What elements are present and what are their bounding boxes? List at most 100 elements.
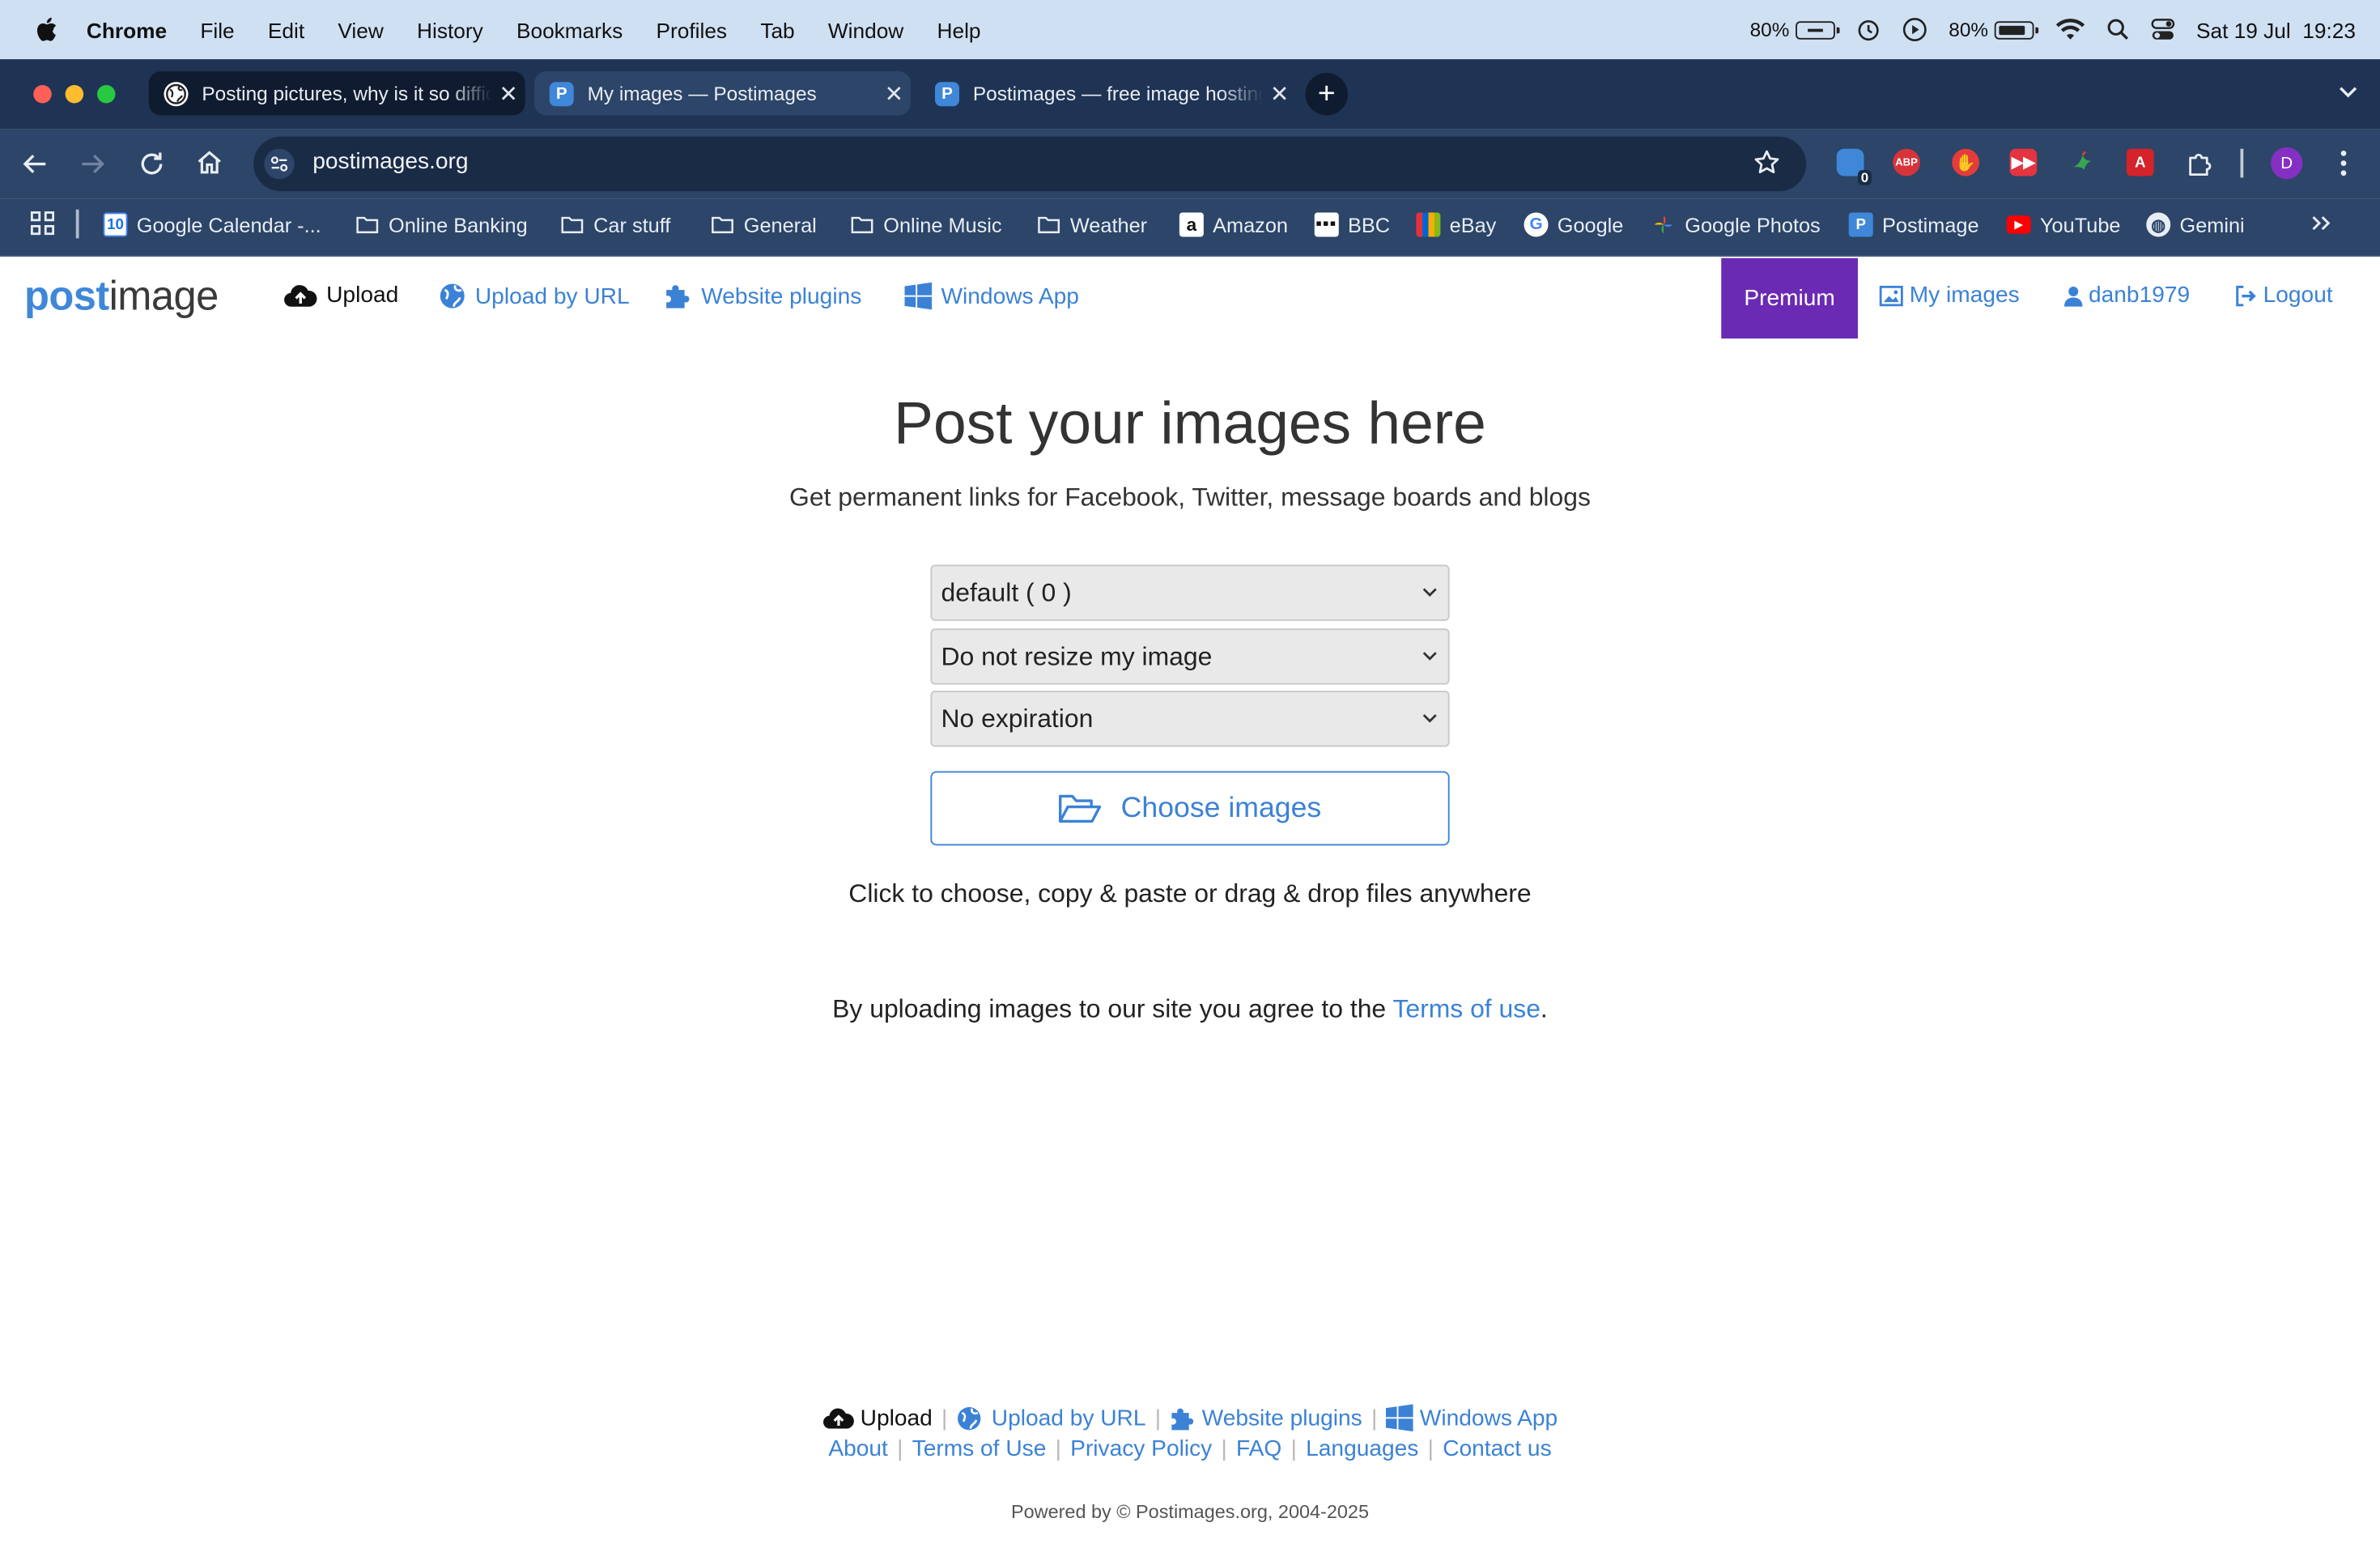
tab-posting-pictures[interactable]: Posting pictures, why is it so difficult… <box>148 71 525 116</box>
page-title: Post your images here <box>894 391 1486 457</box>
menu-app-chrome[interactable]: Chrome <box>87 18 167 42</box>
reload-icon[interactable] <box>138 151 166 178</box>
chevron-down-icon <box>1422 714 1437 723</box>
bookmark-google[interactable]: G Google <box>1524 210 1623 240</box>
footer-nav-secondary: About | Terms of Use | Privacy Policy | … <box>0 1436 2380 1462</box>
menu-bookmarks[interactable]: Bookmarks <box>516 18 623 42</box>
premium-button[interactable]: Premium <box>1721 257 1858 339</box>
expiration-select[interactable]: No expiration <box>930 691 1450 747</box>
new-tab-button[interactable]: + <box>1305 73 1348 116</box>
bookmark-ebay[interactable]: eBay <box>1416 210 1496 240</box>
resize-select[interactable]: Do not resize my image <box>930 628 1450 685</box>
back-icon[interactable] <box>21 151 49 178</box>
wifi-icon[interactable] <box>2055 19 2086 41</box>
apple-icon[interactable] <box>33 17 59 43</box>
menu-help[interactable]: Help <box>937 18 981 42</box>
more-bookmarks-chevron-icon[interactable] <box>2309 214 2333 232</box>
nav-logout[interactable]: Logout <box>2234 283 2333 308</box>
choose-images-button[interactable]: Choose images <box>930 771 1450 846</box>
bookmark-weather[interactable]: Weather <box>1037 210 1147 240</box>
gallery-select[interactable]: default ( 0 ) <box>930 564 1450 621</box>
footer-upload-by-url-link[interactable]: Upload by URL <box>957 1405 1145 1431</box>
adblock-hand-icon[interactable]: ✋ <box>1952 148 1979 176</box>
bookmark-online-banking[interactable]: Online Banking <box>355 210 528 240</box>
footer-privacy-link[interactable]: Privacy Policy <box>1070 1436 1212 1462</box>
footer-separator: | <box>1427 1435 1434 1462</box>
bookmark-online-music[interactable]: Online Music <box>850 210 1002 240</box>
chrome-menu-icon[interactable] <box>2335 149 2353 178</box>
tab-my-images[interactable]: P My images — Postimages ✕ <box>534 71 911 116</box>
terms-notice: By uploading images to our site you agre… <box>0 994 2380 1025</box>
pdf-extension-icon[interactable]: A <box>2126 148 2154 176</box>
nav-upload[interactable]: Upload <box>284 283 398 308</box>
folder-open-icon <box>1059 792 1103 825</box>
nav-windows-app[interactable]: Windows App <box>904 282 1079 310</box>
globe-icon <box>957 1405 983 1431</box>
bookmark-amazon[interactable]: a Amazon <box>1179 210 1288 240</box>
menu-history[interactable]: History <box>417 18 483 42</box>
footer-contact-link[interactable]: Contact us <box>1443 1436 1551 1462</box>
adblock-plus-icon[interactable]: ABP <box>1893 148 1920 176</box>
media-extension-icon[interactable]: ▶▶ <box>2009 148 2038 176</box>
footer-terms-link[interactable]: Terms of Use <box>912 1436 1047 1462</box>
menu-view[interactable]: View <box>338 18 383 42</box>
extensions-puzzle-icon[interactable] <box>2186 149 2215 178</box>
bookmark-general[interactable]: General <box>711 210 817 240</box>
bookmark-postimage[interactable]: P Postimage <box>1848 210 1979 240</box>
footer-faq-link[interactable]: FAQ <box>1236 1436 1281 1462</box>
clock[interactable]: Sat 19 Jul 19:23 <box>2196 18 2356 42</box>
bird-extension-icon[interactable] <box>2069 149 2097 176</box>
control-center-icon[interactable] <box>2151 19 2175 41</box>
menu-file[interactable]: File <box>200 18 234 42</box>
nav-my-images[interactable]: My images <box>1879 283 2020 308</box>
footer-languages-link[interactable]: Languages <box>1306 1436 1418 1462</box>
menu-tab[interactable]: Tab <box>760 18 794 42</box>
tab-search-chevron-icon[interactable] <box>2338 85 2359 100</box>
bookmark-star-icon[interactable] <box>1753 149 1781 176</box>
close-window-button[interactable] <box>33 85 52 104</box>
footer-windows-app-link[interactable]: Windows App <box>1386 1404 1558 1432</box>
zoom-window-button[interactable] <box>97 85 116 104</box>
bookmark-bbc[interactable]: ■■■ BBC <box>1314 210 1390 240</box>
bookmark-youtube[interactable]: ▶ YouTube <box>2006 210 2120 240</box>
battery-icon[interactable] <box>1994 20 2038 39</box>
menu-window[interactable]: Window <box>828 18 903 42</box>
footer-separator: | <box>1290 1435 1297 1462</box>
url-text[interactable]: postimages.org <box>312 149 468 175</box>
postimage-logo[interactable]: postimage <box>24 274 219 321</box>
apps-grid-icon[interactable] <box>29 210 57 237</box>
bookmark-car-stuff[interactable]: Car stuff <box>560 210 670 240</box>
nav-username-label: danb1979 <box>2089 282 2191 308</box>
password-extension-icon[interactable]: 0 <box>1836 148 1872 185</box>
menu-profiles[interactable]: Profiles <box>657 18 728 42</box>
close-tab-icon[interactable]: ✕ <box>492 79 525 107</box>
address-bar[interactable] <box>253 136 1807 192</box>
home-icon[interactable] <box>196 149 223 176</box>
nav-user-account[interactable]: danb1979 <box>2064 283 2190 308</box>
minimize-window-button[interactable] <box>65 85 84 104</box>
terms-of-use-link[interactable]: Terms of use <box>1392 994 1540 1023</box>
nav-upload-by-url-label: Upload by URL <box>474 283 630 309</box>
footer-upload-link[interactable]: Upload <box>822 1405 933 1431</box>
bookmark-google-calendar[interactable]: 10 Google Calendar -... <box>103 210 321 240</box>
site-settings-icon[interactable] <box>264 148 295 180</box>
close-tab-icon[interactable]: ✕ <box>1263 79 1296 107</box>
menu-edit[interactable]: Edit <box>268 18 304 42</box>
bookmark-gemini[interactable]: ◍ Gemini <box>2146 210 2245 240</box>
footer-website-plugins-link[interactable]: Website plugins <box>1170 1405 1362 1431</box>
time-machine-icon[interactable] <box>1856 18 1881 42</box>
battery-low-power-icon[interactable] <box>1795 20 1840 39</box>
spotlight-search-icon[interactable] <box>2106 19 2129 41</box>
bookmark-google-photos[interactable]: Google Photos <box>1651 210 1821 240</box>
now-playing-icon[interactable] <box>1902 17 1927 43</box>
tab-postimages-free[interactable]: P Postimages — free image hosting ✕ <box>920 71 1296 115</box>
terms-prefix: By uploading images to our site you agre… <box>832 994 1387 1023</box>
nav-upload-by-url[interactable]: Upload by URL <box>439 283 630 310</box>
nav-website-plugins[interactable]: Website plugins <box>665 283 861 310</box>
footer-about-link[interactable]: About <box>828 1436 888 1462</box>
extension-badge: 0 <box>1857 170 1872 185</box>
profile-avatar[interactable]: D <box>2271 147 2303 180</box>
bbc-icon: ■■■ <box>1314 212 1339 237</box>
powered-by: Powered by © Postimages.org, 2004-2025 <box>1010 1501 1370 1523</box>
close-tab-icon[interactable]: ✕ <box>878 79 911 107</box>
